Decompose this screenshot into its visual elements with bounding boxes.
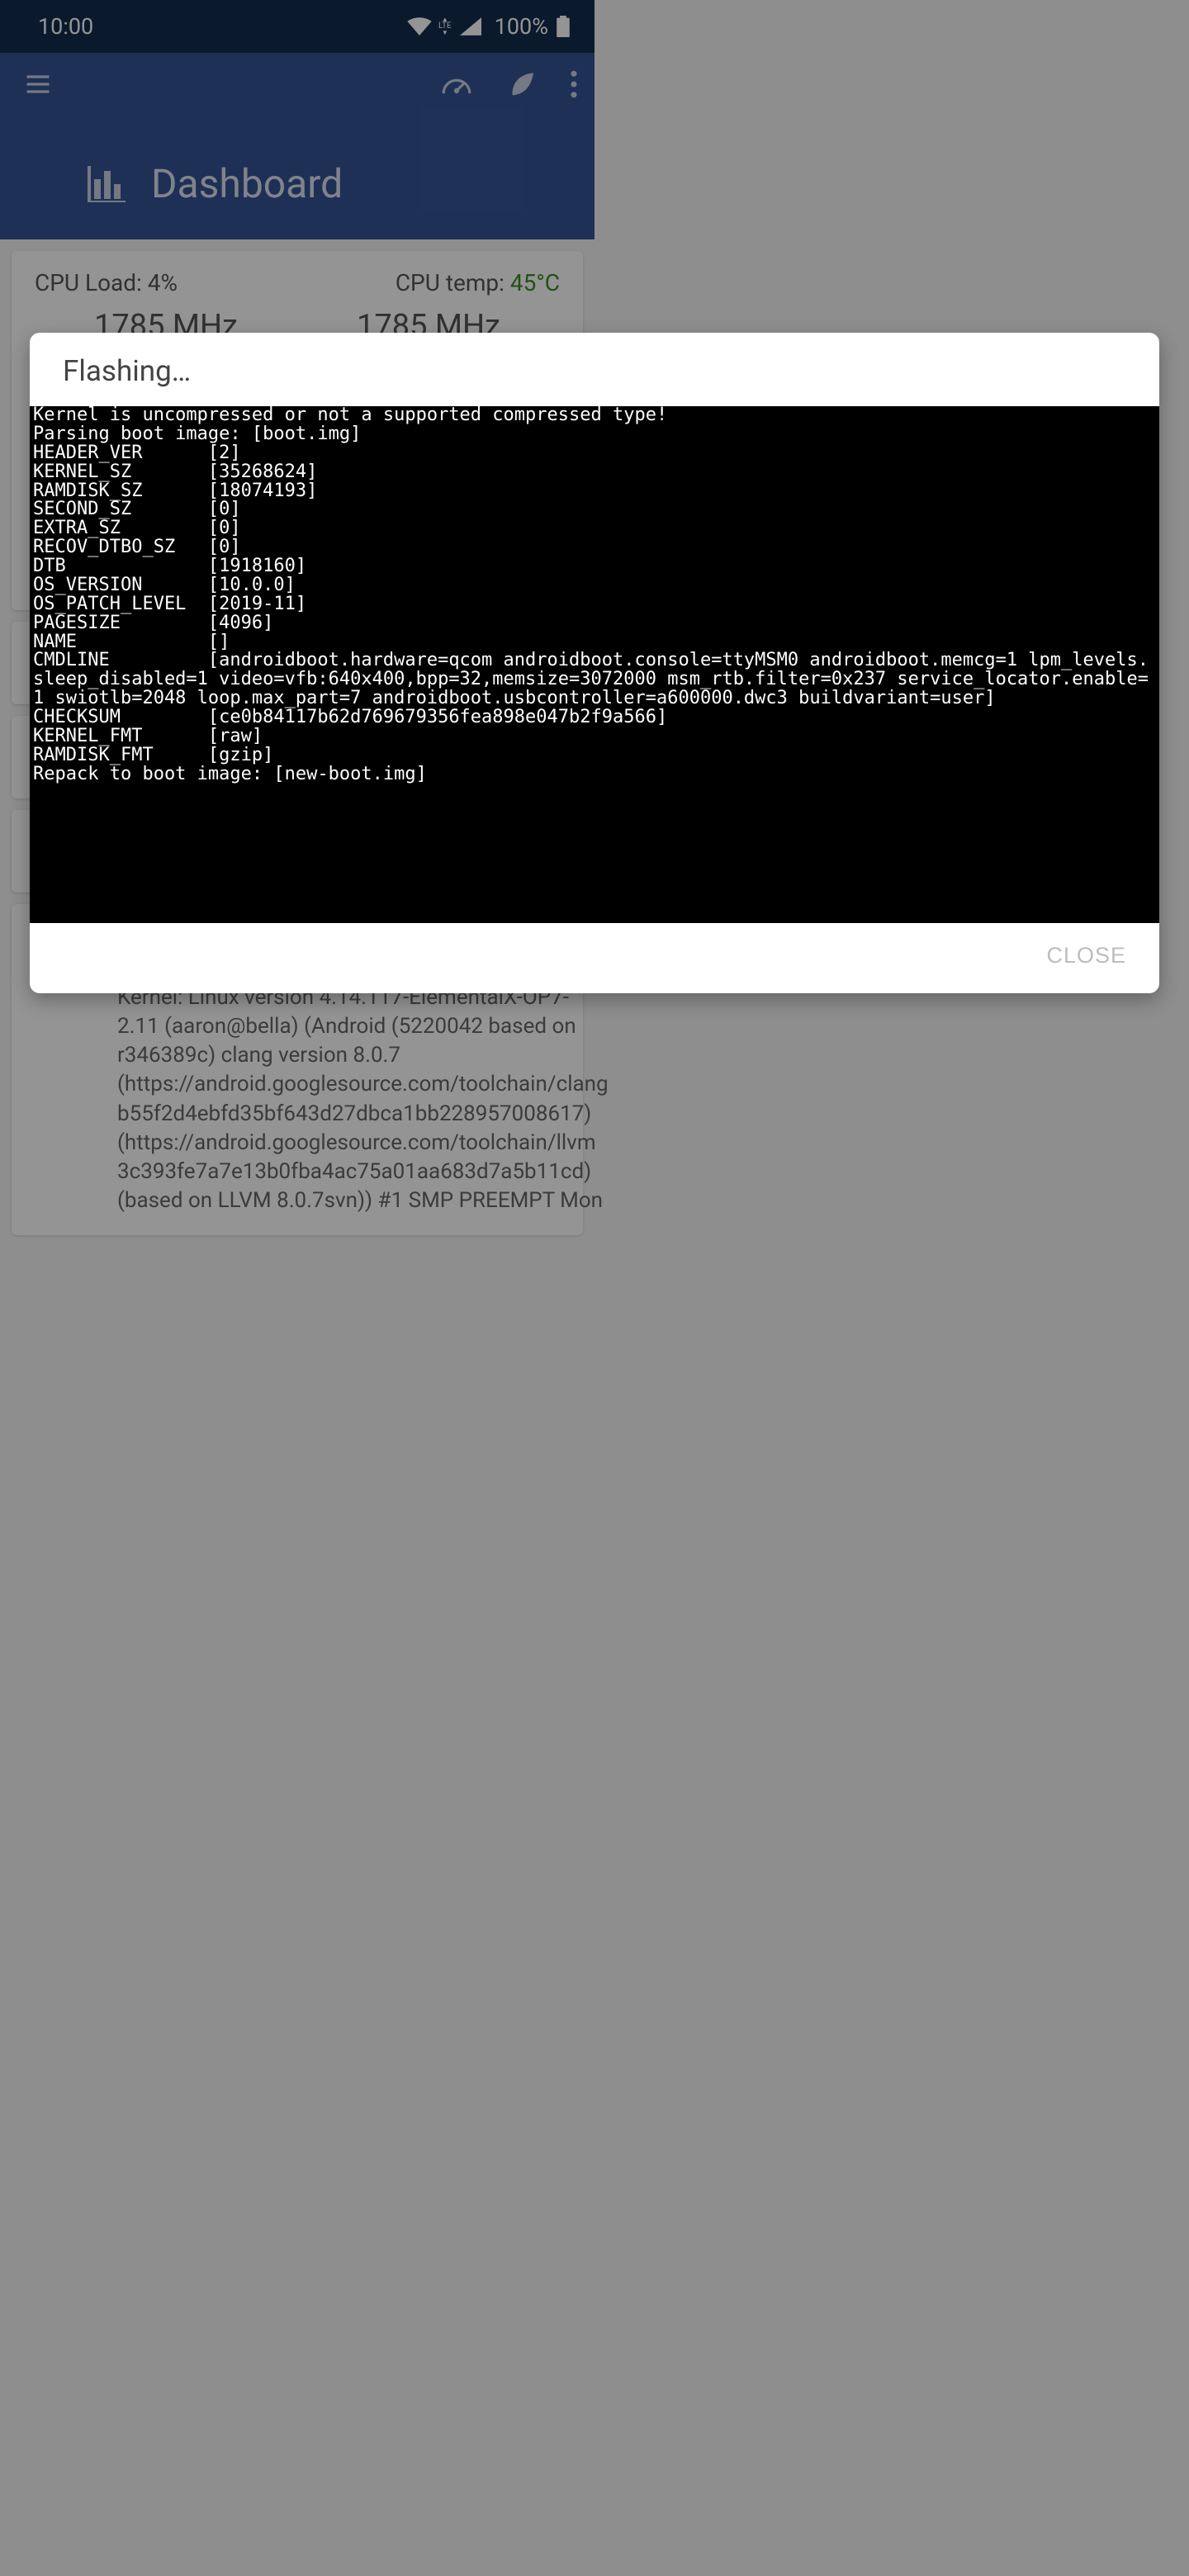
flashing-dialog: Flashing… Kernel is uncompressed or not …: [30, 333, 1159, 993]
close-button[interactable]: CLOSE: [1046, 943, 1126, 968]
console-output: Kernel is uncompressed or not a supporte…: [30, 406, 1159, 923]
dialog-title: Flashing…: [30, 333, 1159, 406]
